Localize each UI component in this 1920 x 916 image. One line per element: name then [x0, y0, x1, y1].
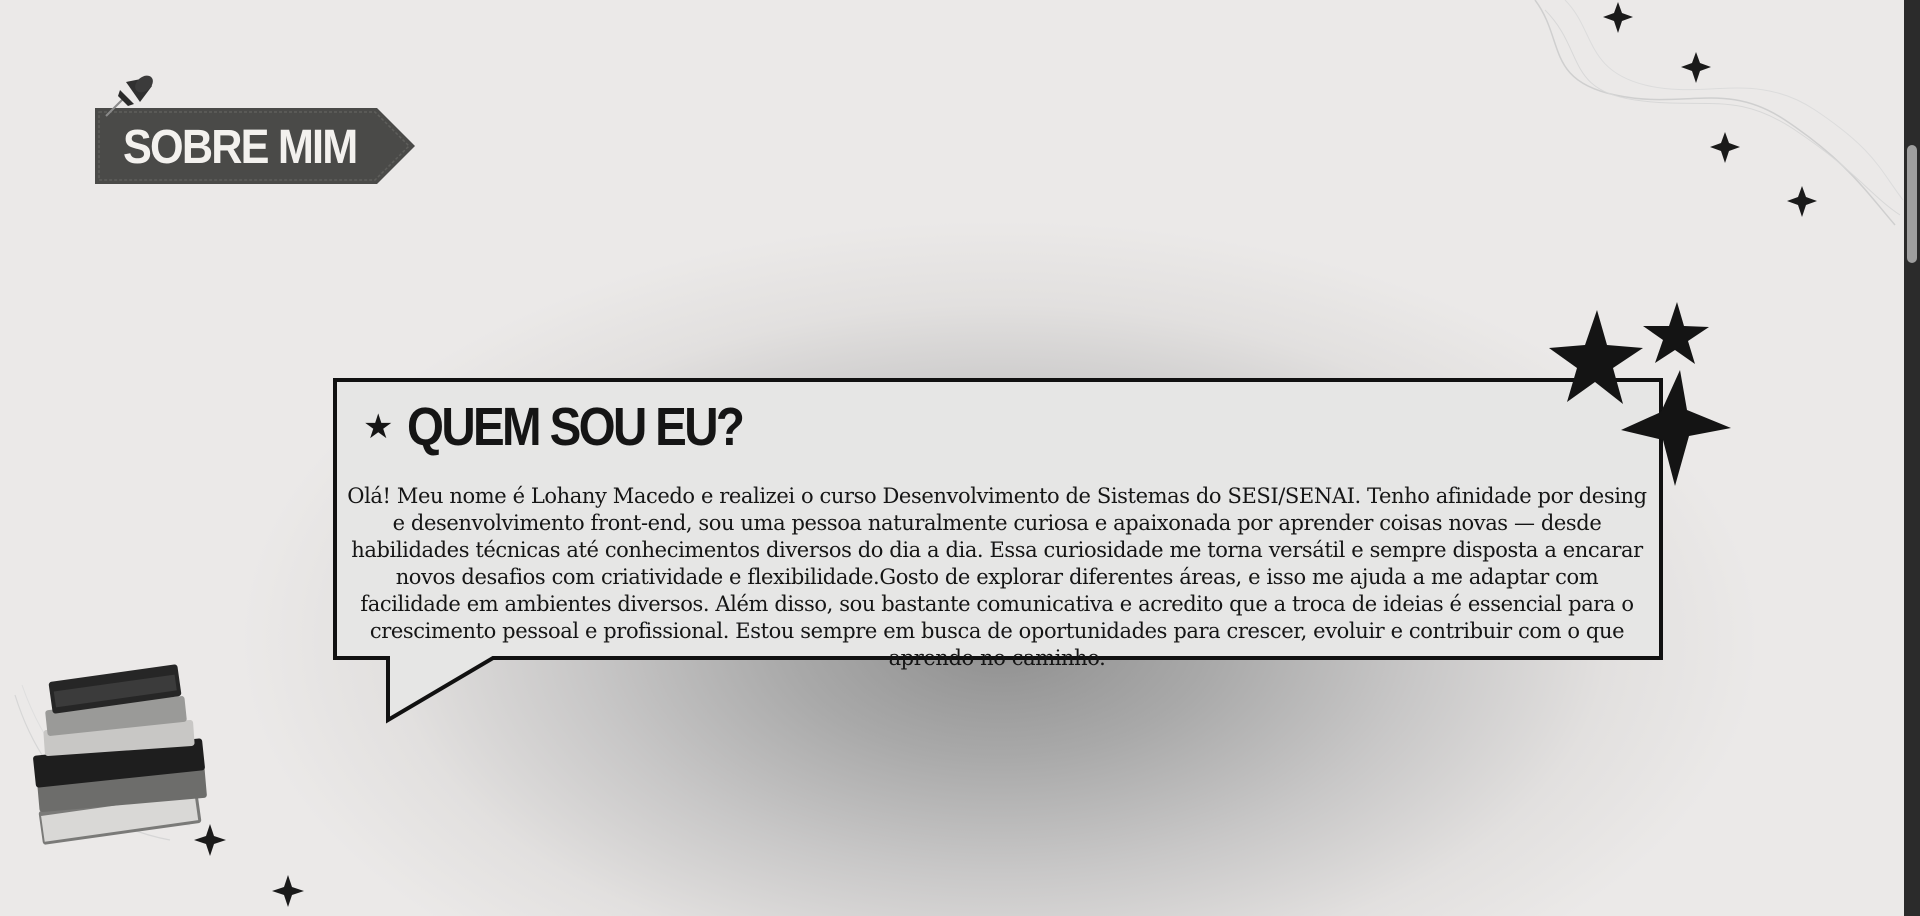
sparkle-decoration-top	[1534, 0, 1904, 226]
about-speech-bubble: ★ QUEM SOU EU? Olá! Meu nome é Lohany Ma…	[333, 378, 1663, 724]
pushpin-icon	[105, 75, 153, 117]
sparkle-icon	[1787, 186, 1817, 217]
about-heading: QUEM SOU EU?	[407, 397, 745, 457]
sparkle-icon	[1710, 132, 1740, 163]
sparkle-icon	[194, 824, 226, 856]
sparkle-icon	[1603, 2, 1633, 33]
book-stack	[33, 664, 207, 845]
about-paragraph: Olá! Meu nome é Lohany Macedo e realizei…	[347, 484, 1647, 670]
scrollbar-thumb[interactable]	[1907, 145, 1917, 263]
star-icon	[1549, 310, 1643, 404]
star-icon	[1621, 370, 1731, 486]
star-icon: ★	[363, 407, 394, 447]
sparkle-icon	[1681, 52, 1711, 83]
star-icon	[1643, 302, 1709, 364]
about-heading-row: ★ QUEM SOU EU?	[363, 396, 789, 458]
page-scrollbar[interactable]	[1904, 0, 1920, 916]
sparkle-icon	[272, 875, 304, 907]
stars-cluster-decoration	[1549, 302, 1731, 486]
sparkle-decoration-bottom	[194, 824, 304, 907]
